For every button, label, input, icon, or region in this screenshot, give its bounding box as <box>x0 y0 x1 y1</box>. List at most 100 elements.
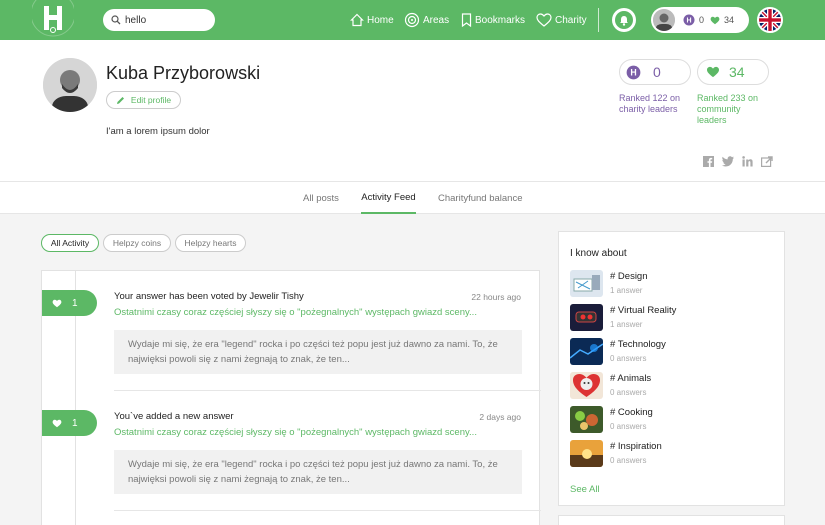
heart-icon <box>707 66 719 78</box>
svg-text:H: H <box>630 67 636 77</box>
nav-charity[interactable]: Charity <box>536 0 587 40</box>
heart-icon <box>52 419 62 427</box>
tab-all-posts[interactable]: All posts <box>303 182 339 214</box>
nav-home[interactable]: Home <box>350 0 394 40</box>
activity-time: 22 hours ago <box>471 292 521 302</box>
pencil-icon <box>116 96 124 104</box>
coins-count: 0 <box>653 64 661 80</box>
topic-technology[interactable]: # Technology 0 answers <box>570 338 770 366</box>
heart-icon <box>710 16 720 24</box>
activity-excerpt[interactable]: Wydaje mi się, że era "legend" rocka i p… <box>114 450 522 494</box>
topic-name: # Design <box>610 271 648 282</box>
topic-animals[interactable]: # Animals 0 answers <box>570 372 770 400</box>
twitter-icon[interactable] <box>722 156 734 167</box>
activity-title-text: Your answer has been voted by <box>114 291 250 302</box>
uk-flag-icon <box>759 9 781 31</box>
profile-name: Kuba Przyborowski <box>106 63 261 83</box>
panel-title: I know about <box>570 248 627 259</box>
search-icon <box>111 15 121 25</box>
activity-feed: 1 Your answer has been voted by Jewelir … <box>41 270 541 525</box>
bell-icon <box>620 15 628 26</box>
nav-bookmarks-label: Bookmarks <box>475 14 526 26</box>
topic-thumbnail <box>570 304 603 331</box>
heart-icon <box>52 299 62 307</box>
facebook-icon[interactable] <box>703 156 714 167</box>
coins-stat: H 0 <box>619 59 691 85</box>
activity-title: Your answer has been voted by Jewelir Ti… <box>114 291 304 302</box>
topic-thumbnail <box>570 406 603 433</box>
topic-design[interactable]: # Design 1 answer <box>570 270 770 298</box>
charity-rank[interactable]: Ranked 122 on charity leaders <box>619 93 689 115</box>
topic-count: 1 answer <box>610 320 643 329</box>
vote-count: 1 <box>72 297 78 309</box>
tab-charityfund-balance[interactable]: Charityfund balance <box>438 182 523 214</box>
hearts-count: 34 <box>729 64 745 80</box>
linkedin-icon[interactable] <box>742 156 753 167</box>
topic-cooking[interactable]: # Cooking 0 answers <box>570 406 770 434</box>
edit-profile-label: Edit profile <box>130 95 172 105</box>
activity-time: 2 days ago <box>479 412 521 422</box>
topic-thumbnail <box>570 440 603 467</box>
home-icon <box>350 13 364 27</box>
profile-header: Kuba Przyborowski Edit profile I'am a lo… <box>0 40 825 181</box>
logo[interactable] <box>32 0 74 38</box>
topic-thumbnail <box>570 372 603 399</box>
activity-question-link[interactable]: Ostatnimi czasy coraz częściej słyszy si… <box>114 427 477 438</box>
social-links <box>703 156 773 167</box>
filter-all-activity[interactable]: All Activity <box>41 234 99 252</box>
activity-title: You`ve added a new answer <box>114 411 234 422</box>
bookmark-icon <box>461 13 472 27</box>
activity-question-link[interactable]: Ostatnimi czasy coraz częściej słyszy si… <box>114 307 477 318</box>
target-icon <box>404 12 420 28</box>
community-rank[interactable]: Ranked 233 on community leaders <box>697 93 767 126</box>
topic-name: # Cooking <box>610 407 653 418</box>
activity-excerpt[interactable]: Wydaje mi się, że era "legend" rocka i p… <box>114 330 522 374</box>
coin-icon: H <box>683 14 695 26</box>
tab-activity-feed[interactable]: Activity Feed <box>361 182 416 214</box>
share-icon[interactable] <box>761 156 773 167</box>
topic-name: # Animals <box>610 373 652 384</box>
nav-charity-label: Charity <box>555 14 587 26</box>
vote-badge[interactable]: 1 <box>42 290 97 316</box>
user-menu[interactable]: H 0 34 <box>651 7 749 33</box>
topic-name: # Inspiration <box>610 441 662 452</box>
feed-separator <box>114 390 541 391</box>
top-navigation-bar: Home Areas Bookmarks Charity H 0 34 <box>0 0 825 40</box>
filter-helpzy-coins[interactable]: Helpzy coins <box>103 234 171 252</box>
search-box[interactable] <box>103 9 215 31</box>
topic-inspiration[interactable]: # Inspiration 0 answers <box>570 440 770 468</box>
activity-user-link[interactable]: Jewelir Tishy <box>249 291 303 302</box>
notifications-button[interactable] <box>612 8 636 32</box>
nav-divider <box>598 8 599 32</box>
nav-areas[interactable]: Areas <box>404 0 449 40</box>
feed-separator <box>114 510 541 511</box>
search-input[interactable] <box>125 14 205 26</box>
user-coins-count: 0 <box>699 15 705 25</box>
topic-name: # Technology <box>610 339 666 350</box>
user-avatar <box>653 9 675 31</box>
user-hearts-count: 34 <box>724 15 735 25</box>
sidebar-panel-2 <box>558 515 785 525</box>
edit-profile-button[interactable]: Edit profile <box>106 91 181 109</box>
i-know-about-panel: I know about # Design 1 answer # Virtual… <box>558 231 785 506</box>
profile-tabs: All posts Activity Feed Charityfund bala… <box>0 181 825 214</box>
heart-outline-icon <box>536 13 552 27</box>
profile-avatar <box>43 58 97 112</box>
topic-name: # Virtual Reality <box>610 305 677 316</box>
see-all-link[interactable]: See All <box>570 484 600 495</box>
topic-virtual-reality[interactable]: # Virtual Reality 1 answer <box>570 304 770 332</box>
coin-icon: H <box>626 65 641 79</box>
nav-areas-label: Areas <box>423 14 450 26</box>
topic-thumbnail <box>570 338 603 365</box>
vote-count: 1 <box>72 417 78 429</box>
filter-helpzy-hearts[interactable]: Helpzy hearts <box>175 234 246 252</box>
nav-bookmarks[interactable]: Bookmarks <box>461 0 525 40</box>
nav-home-label: Home <box>367 14 394 26</box>
topic-count: 0 answers <box>610 422 647 431</box>
vote-badge[interactable]: 1 <box>42 410 97 436</box>
topic-count: 0 answers <box>610 388 647 397</box>
hearts-stat: 34 <box>697 59 769 85</box>
language-flag-button[interactable] <box>757 7 783 33</box>
topic-count: 1 answer <box>610 286 643 295</box>
profile-bio: I'am a lorem ipsum dolor <box>106 126 210 137</box>
